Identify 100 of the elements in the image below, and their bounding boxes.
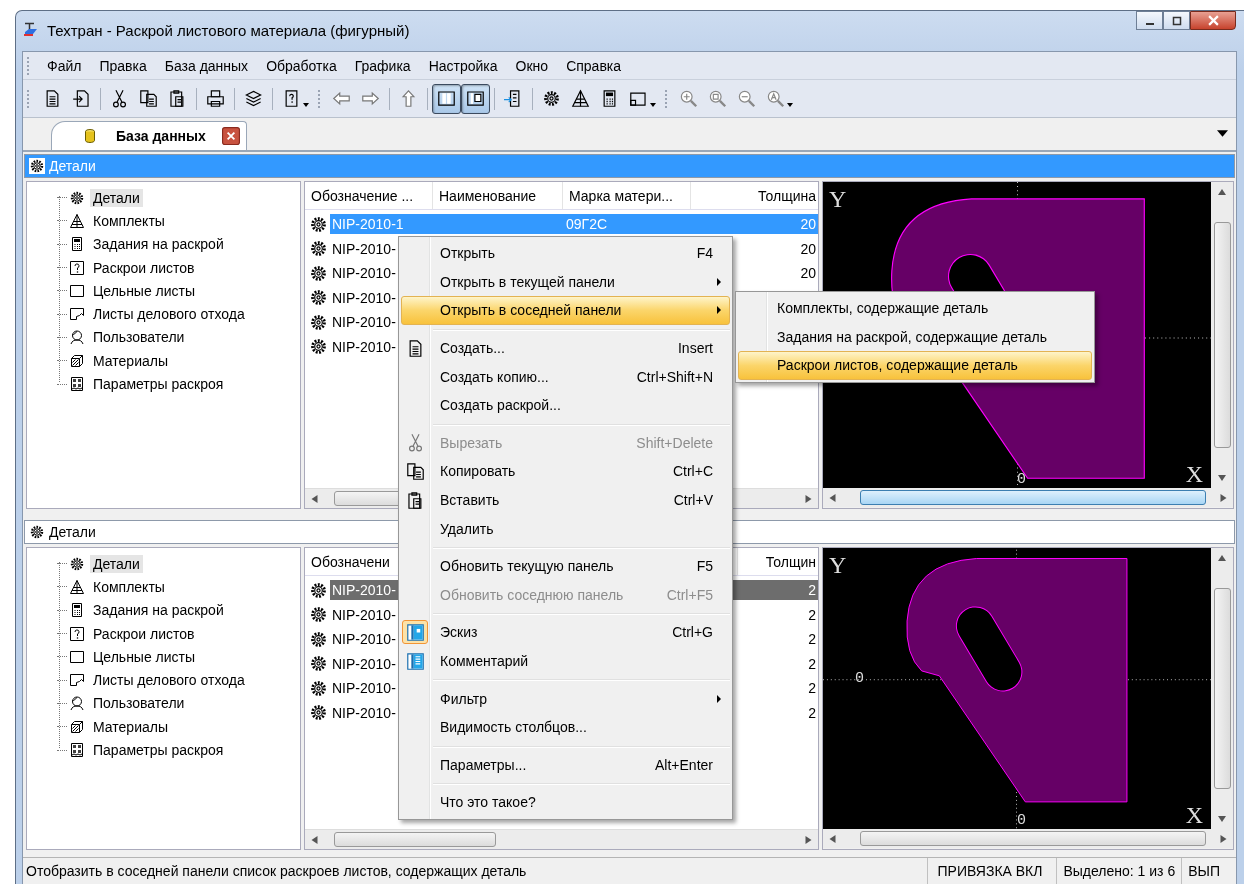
column-header[interactable]: Наименование [433, 182, 563, 209]
menu-item[interactable]: Графика [345, 55, 420, 76]
menu-item[interactable]: Параметры... Alt+Enter [401, 750, 730, 780]
tree-item[interactable]: Задания на раскрой [90, 601, 227, 620]
scrollbar-thumb[interactable] [1213, 588, 1231, 789]
pyramid-icon [69, 212, 85, 229]
scroll-up-icon[interactable] [1218, 555, 1226, 561]
scroll-left-icon[interactable] [829, 834, 836, 843]
minimize-icon [1145, 22, 1154, 25]
menu-item[interactable]: Что это такое? [401, 788, 730, 817]
scroll-right-icon[interactable] [1220, 493, 1227, 502]
menu-item[interactable]: Эскиз Ctrl+G [401, 618, 730, 647]
tree-item[interactable]: Параметры раскроя [90, 375, 227, 393]
menu-item[interactable]: Окно [506, 55, 558, 76]
tab[interactable]: База данных [51, 121, 247, 150]
gear-icon [309, 580, 328, 600]
menu-item[interactable]: Справка [557, 55, 631, 76]
maximize-button[interactable] [1163, 11, 1190, 30]
vertical-scrollbar[interactable] [1211, 548, 1233, 829]
scrollbar-thumb[interactable] [860, 490, 1206, 505]
gear-icon [29, 524, 45, 540]
scrollbar-thumb[interactable] [1213, 222, 1231, 448]
status-text: Выделено: 1 из 6 [1056, 858, 1182, 884]
menu-item[interactable]: Удалить [401, 514, 730, 543]
scrollbar-thumb[interactable] [334, 832, 496, 847]
tree-item[interactable]: Листы делового отхода [90, 305, 248, 324]
cube-icon [69, 352, 85, 369]
scroll-left-icon[interactable] [829, 493, 836, 502]
tree-item[interactable]: Комплекты [90, 211, 168, 230]
minimize-button[interactable] [1136, 11, 1163, 30]
toolbar-button[interactable] [461, 83, 490, 114]
menu-item[interactable]: Копировать Ctrl+C [401, 457, 730, 486]
printer-icon [206, 89, 225, 108]
menu-item[interactable]: Открыть в текущей панели [401, 267, 730, 297]
sketch-icon [405, 622, 425, 642]
menu-item[interactable]: Обновить текущую панель F5 [401, 551, 730, 581]
gear-icon [309, 337, 328, 357]
tree-item[interactable]: Задания на раскрой [90, 235, 227, 254]
column-header[interactable]: Марка матери... [563, 182, 691, 209]
tree-item[interactable]: Материалы [90, 717, 171, 736]
horizontal-scrollbar[interactable] [305, 829, 818, 849]
tree-item[interactable]: Листы делового отхода [90, 671, 248, 690]
tree-item[interactable]: Пользователи [90, 328, 188, 347]
tree-item[interactable]: Детали [90, 554, 143, 573]
menu-item[interactable]: Открыть в соседней панели [401, 296, 730, 325]
database-icon [82, 128, 98, 144]
tree-item[interactable]: Цельные листы [90, 647, 199, 666]
table-cell: 20 [800, 265, 816, 282]
copy-icon [405, 461, 425, 481]
cut-icon [110, 89, 129, 108]
menu-item[interactable]: Задания на раскрой, содержащие деталь [738, 322, 1092, 352]
menu-item[interactable]: Настройка [419, 55, 507, 76]
horizontal-scrollbar[interactable] [823, 829, 1233, 848]
gear-icon [309, 605, 328, 625]
scroll-left-icon[interactable] [311, 835, 318, 844]
menu-item[interactable]: Правка [90, 55, 156, 76]
scroll-right-icon[interactable] [1220, 834, 1227, 843]
column-header[interactable]: Толщина [691, 182, 818, 209]
scroll-right-icon[interactable] [805, 835, 812, 844]
axis-label: 0 [1017, 812, 1026, 829]
tree-item[interactable]: Детали [90, 188, 143, 207]
dropdown-icon[interactable] [1217, 130, 1228, 137]
axis-label: X [1185, 461, 1203, 488]
menu-item[interactable]: Видимость столбцов... [401, 712, 730, 742]
menu-item[interactable]: Комментарий [401, 646, 730, 676]
scroll-right-icon[interactable] [805, 494, 812, 503]
tree-item[interactable]: Параметры раскроя [90, 741, 227, 759]
menu-item[interactable]: Создать копию... Ctrl+Shift+N [401, 362, 730, 391]
scroll-down-icon[interactable] [1218, 816, 1226, 822]
tree-item[interactable]: Пользователи [90, 694, 188, 713]
zoom-all-icon [766, 89, 785, 108]
tree-item[interactable]: Раскрои листов [90, 624, 198, 643]
menu-item[interactable]: Создать... Insert [401, 333, 730, 363]
column-header[interactable]: Обозначение ... [305, 182, 433, 209]
menu-item[interactable]: Обработка [257, 55, 346, 76]
menu-item[interactable]: Комплекты, содержащие деталь [738, 294, 1092, 323]
scrollbar-thumb[interactable] [860, 831, 1206, 846]
toolbar-button[interactable] [432, 83, 461, 114]
horizontal-scrollbar[interactable] [823, 488, 1233, 507]
scroll-down-icon[interactable] [1218, 475, 1226, 481]
column-header[interactable]: Толщин [738, 548, 818, 575]
close-button[interactable] [1190, 11, 1236, 30]
tree-item[interactable]: Раскрои листов [90, 258, 198, 277]
scroll-up-icon[interactable] [1218, 189, 1226, 195]
status-text: ВЫП [1181, 858, 1236, 884]
scroll-left-icon[interactable] [311, 494, 318, 503]
menu-item[interactable]: Открыть F4 [401, 239, 730, 268]
close-tab-icon[interactable] [221, 127, 240, 145]
menu-item[interactable]: Вставить Ctrl+V [401, 485, 730, 515]
tree-item[interactable]: Цельные листы [90, 281, 199, 300]
menu-item[interactable]: Файл [38, 55, 91, 76]
menu-item[interactable]: Создать раскрой... [401, 390, 730, 420]
tree-item[interactable]: Комплекты [90, 577, 168, 596]
menu-item[interactable]: База данных [155, 55, 258, 76]
cube-icon [69, 718, 85, 735]
vertical-scrollbar[interactable] [1211, 182, 1233, 488]
menu-item[interactable]: Фильтр [401, 684, 730, 713]
tree-item[interactable]: Материалы [90, 351, 171, 370]
pyramid-icon [69, 578, 85, 595]
menu-item[interactable]: Раскрои листов, содержащие деталь [738, 351, 1092, 380]
